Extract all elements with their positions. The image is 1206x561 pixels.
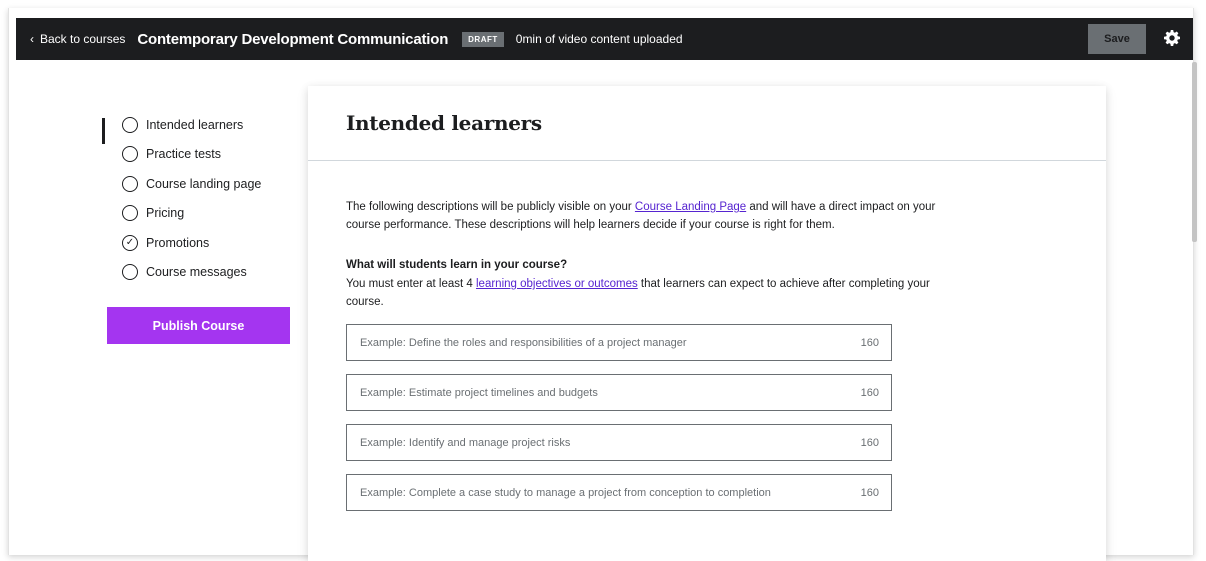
course-header-bar: ‹ Back to courses Contemporary Developme… xyxy=(16,18,1193,60)
sidebar-item-intended-learners[interactable]: Intended learners xyxy=(100,110,261,140)
sidebar-item-label: Pricing xyxy=(146,206,185,221)
learning-objectives-link[interactable]: learning objectives or outcomes xyxy=(476,278,638,290)
intro-text-start: The following descriptions will be publi… xyxy=(346,201,635,213)
empty-circle-icon xyxy=(122,205,138,222)
publish-course-button[interactable]: Publish Course xyxy=(107,307,290,344)
objective-field-3: 160 xyxy=(346,424,892,461)
sidebar-item-label: Intended learners xyxy=(146,117,244,132)
sidebar-item-pricing[interactable]: Pricing xyxy=(100,199,261,229)
character-counter: 160 xyxy=(860,486,879,499)
intro-text: The following descriptions will be publi… xyxy=(346,198,966,234)
objective-field-1: 160 xyxy=(346,324,892,361)
back-to-courses-link[interactable]: ‹ Back to courses xyxy=(30,32,125,46)
character-counter: 160 xyxy=(860,336,879,349)
character-counter: 160 xyxy=(860,386,879,399)
section-heading: What will students learn in your course? xyxy=(346,259,568,271)
main-card: Intended learners The following descript… xyxy=(308,86,1106,561)
card-body: The following descriptions will be publi… xyxy=(308,161,1106,511)
empty-circle-icon xyxy=(122,116,138,133)
sidebar-item-label: Promotions xyxy=(146,235,210,250)
sidebar-item-label: Course messages xyxy=(146,265,247,280)
back-label: Back to courses xyxy=(40,32,126,46)
active-indicator xyxy=(102,118,105,144)
save-button[interactable]: Save xyxy=(1088,24,1146,54)
objective-input[interactable] xyxy=(347,475,891,510)
sidebar-item-practice-tests[interactable]: Practice tests xyxy=(100,140,261,170)
objective-input[interactable] xyxy=(347,425,891,460)
page-scrollbar[interactable] xyxy=(1192,62,1197,242)
empty-circle-icon xyxy=(122,146,138,163)
objective-input[interactable] xyxy=(347,325,891,360)
sidebar-item-course-landing-page[interactable]: Course landing page xyxy=(100,169,261,199)
status-badge: DRAFT xyxy=(462,31,504,47)
character-counter: 160 xyxy=(860,436,879,449)
sidebar-item-label: Course landing page xyxy=(146,176,262,191)
course-title: Contemporary Development Communication xyxy=(137,30,449,48)
empty-circle-icon xyxy=(122,175,138,192)
upload-status: 0min of video content uploaded xyxy=(515,32,683,46)
objective-input[interactable] xyxy=(347,375,891,410)
sidebar-item-course-messages[interactable]: Course messages xyxy=(100,258,261,288)
sidebar-item-promotions[interactable]: ✓ Promotions xyxy=(100,228,261,258)
sidebar-nav: Intended learners Practice tests Course … xyxy=(100,110,261,287)
section-description: You must enter at least 4 learning objec… xyxy=(346,275,966,311)
page-title: Intended learners xyxy=(346,111,542,135)
gear-icon[interactable] xyxy=(1162,28,1182,48)
check-circle-icon: ✓ xyxy=(122,234,138,251)
card-header: Intended learners xyxy=(308,86,1106,161)
course-landing-page-link[interactable]: Course Landing Page xyxy=(635,201,746,213)
sidebar-item-label: Practice tests xyxy=(146,147,222,162)
empty-circle-icon xyxy=(122,264,138,281)
objective-field-4: 160 xyxy=(346,474,892,511)
section-description-start: You must enter at least 4 xyxy=(346,278,476,290)
chevron-left-icon: ‹ xyxy=(30,32,34,46)
objective-field-2: 160 xyxy=(346,374,892,411)
